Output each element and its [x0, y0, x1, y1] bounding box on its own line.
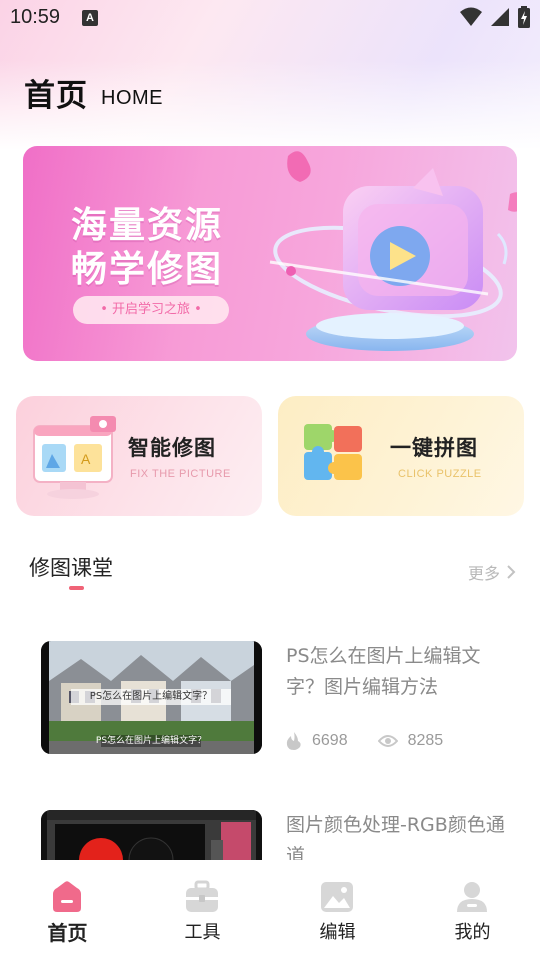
nav-mine[interactable]: 我的 — [405, 860, 540, 960]
course-stats: 6698 8285 — [286, 732, 443, 750]
nav-tools-label: 工具 — [184, 922, 221, 943]
puzzle-subtitle: CLICK PUZZLE — [398, 468, 482, 480]
banner-start-learning-pill: • 开启学习之旅 • — [73, 296, 229, 324]
nav-edit-label: 编辑 — [319, 922, 356, 943]
photoshop-screenshot-image — [41, 810, 262, 860]
course-title: PS怎么在图片上编辑文字？图片编辑方法 — [286, 645, 481, 698]
course-item[interactable]: 图片颜色处理-RGB颜色通道 — [0, 810, 540, 860]
nav-tools[interactable]: 工具 — [135, 860, 270, 960]
status-bar: 10:59 A — [0, 0, 540, 36]
bottom-navigation: 首页 工具 编辑 我的 — [0, 860, 540, 960]
course-thumbnail — [41, 810, 262, 860]
likes-stat: 6698 — [286, 732, 348, 750]
likes-count: 6698 — [312, 732, 348, 749]
page-subtitle: HOME — [101, 87, 163, 109]
course-title: 图片颜色处理-RGB颜色通道 — [286, 814, 505, 860]
status-time: 10:59 — [10, 6, 61, 28]
views-count: 8285 — [407, 732, 444, 749]
toolbox-icon — [186, 880, 218, 912]
status-icons — [460, 6, 530, 28]
smart-retouch-card[interactable]: A 智能修图 FIX THE PICTURE — [16, 396, 262, 516]
nav-edit[interactable]: 编辑 — [270, 860, 405, 960]
section-underline — [69, 586, 84, 590]
more-link[interactable]: 更多 — [468, 560, 516, 584]
section-title: 修图课堂 — [29, 556, 113, 580]
video-play-illustration — [269, 151, 517, 351]
home-icon — [53, 881, 81, 912]
promo-banner[interactable]: 海量资源 畅学修图 • 开启学习之旅 • — [23, 146, 517, 361]
page-title: 首页 — [24, 78, 88, 114]
course-thumbnail: PS怎么在图片上编辑文字？ PS怎么在图片上编辑文字？ — [41, 641, 262, 754]
monitor-illustration-icon: A — [33, 416, 116, 499]
one-click-puzzle-card[interactable]: 一键拼图 CLICK PUZZLE — [278, 396, 524, 516]
flame-icon — [286, 732, 301, 750]
thumb-caption: PS怎么在图片上编辑文字？ — [89, 691, 213, 702]
wifi-icon — [460, 7, 482, 26]
notification-app-icon: A — [82, 10, 98, 26]
course-item[interactable]: PS怎么在图片上编辑文字？ PS怎么在图片上编辑文字？ PS怎么在图片上编辑文字… — [0, 641, 540, 761]
nav-home[interactable]: 首页 — [0, 860, 135, 960]
smart-retouch-title: 智能修图 — [128, 436, 216, 460]
profile-icon — [457, 882, 487, 912]
eye-icon — [377, 735, 398, 747]
smart-retouch-subtitle: FIX THE PICTURE — [130, 468, 231, 480]
thumb-caption-shadow: PS怎么在图片上编辑文字？ — [96, 734, 206, 746]
more-label: 更多 — [467, 564, 500, 583]
puzzle-title: 一键拼图 — [390, 436, 478, 460]
banner-headline-2: 畅学修图 — [71, 249, 224, 290]
image-edit-icon — [321, 882, 353, 912]
nav-home-label: 首页 — [47, 921, 88, 945]
puzzle-icon — [304, 424, 362, 480]
battery-icon — [518, 6, 530, 28]
views-stat: 8285 — [377, 732, 444, 750]
signal-icon — [491, 8, 509, 26]
svg-text:A: A — [81, 451, 91, 467]
chevron-right-icon — [507, 565, 516, 579]
nav-mine-label: 我的 — [454, 922, 491, 943]
